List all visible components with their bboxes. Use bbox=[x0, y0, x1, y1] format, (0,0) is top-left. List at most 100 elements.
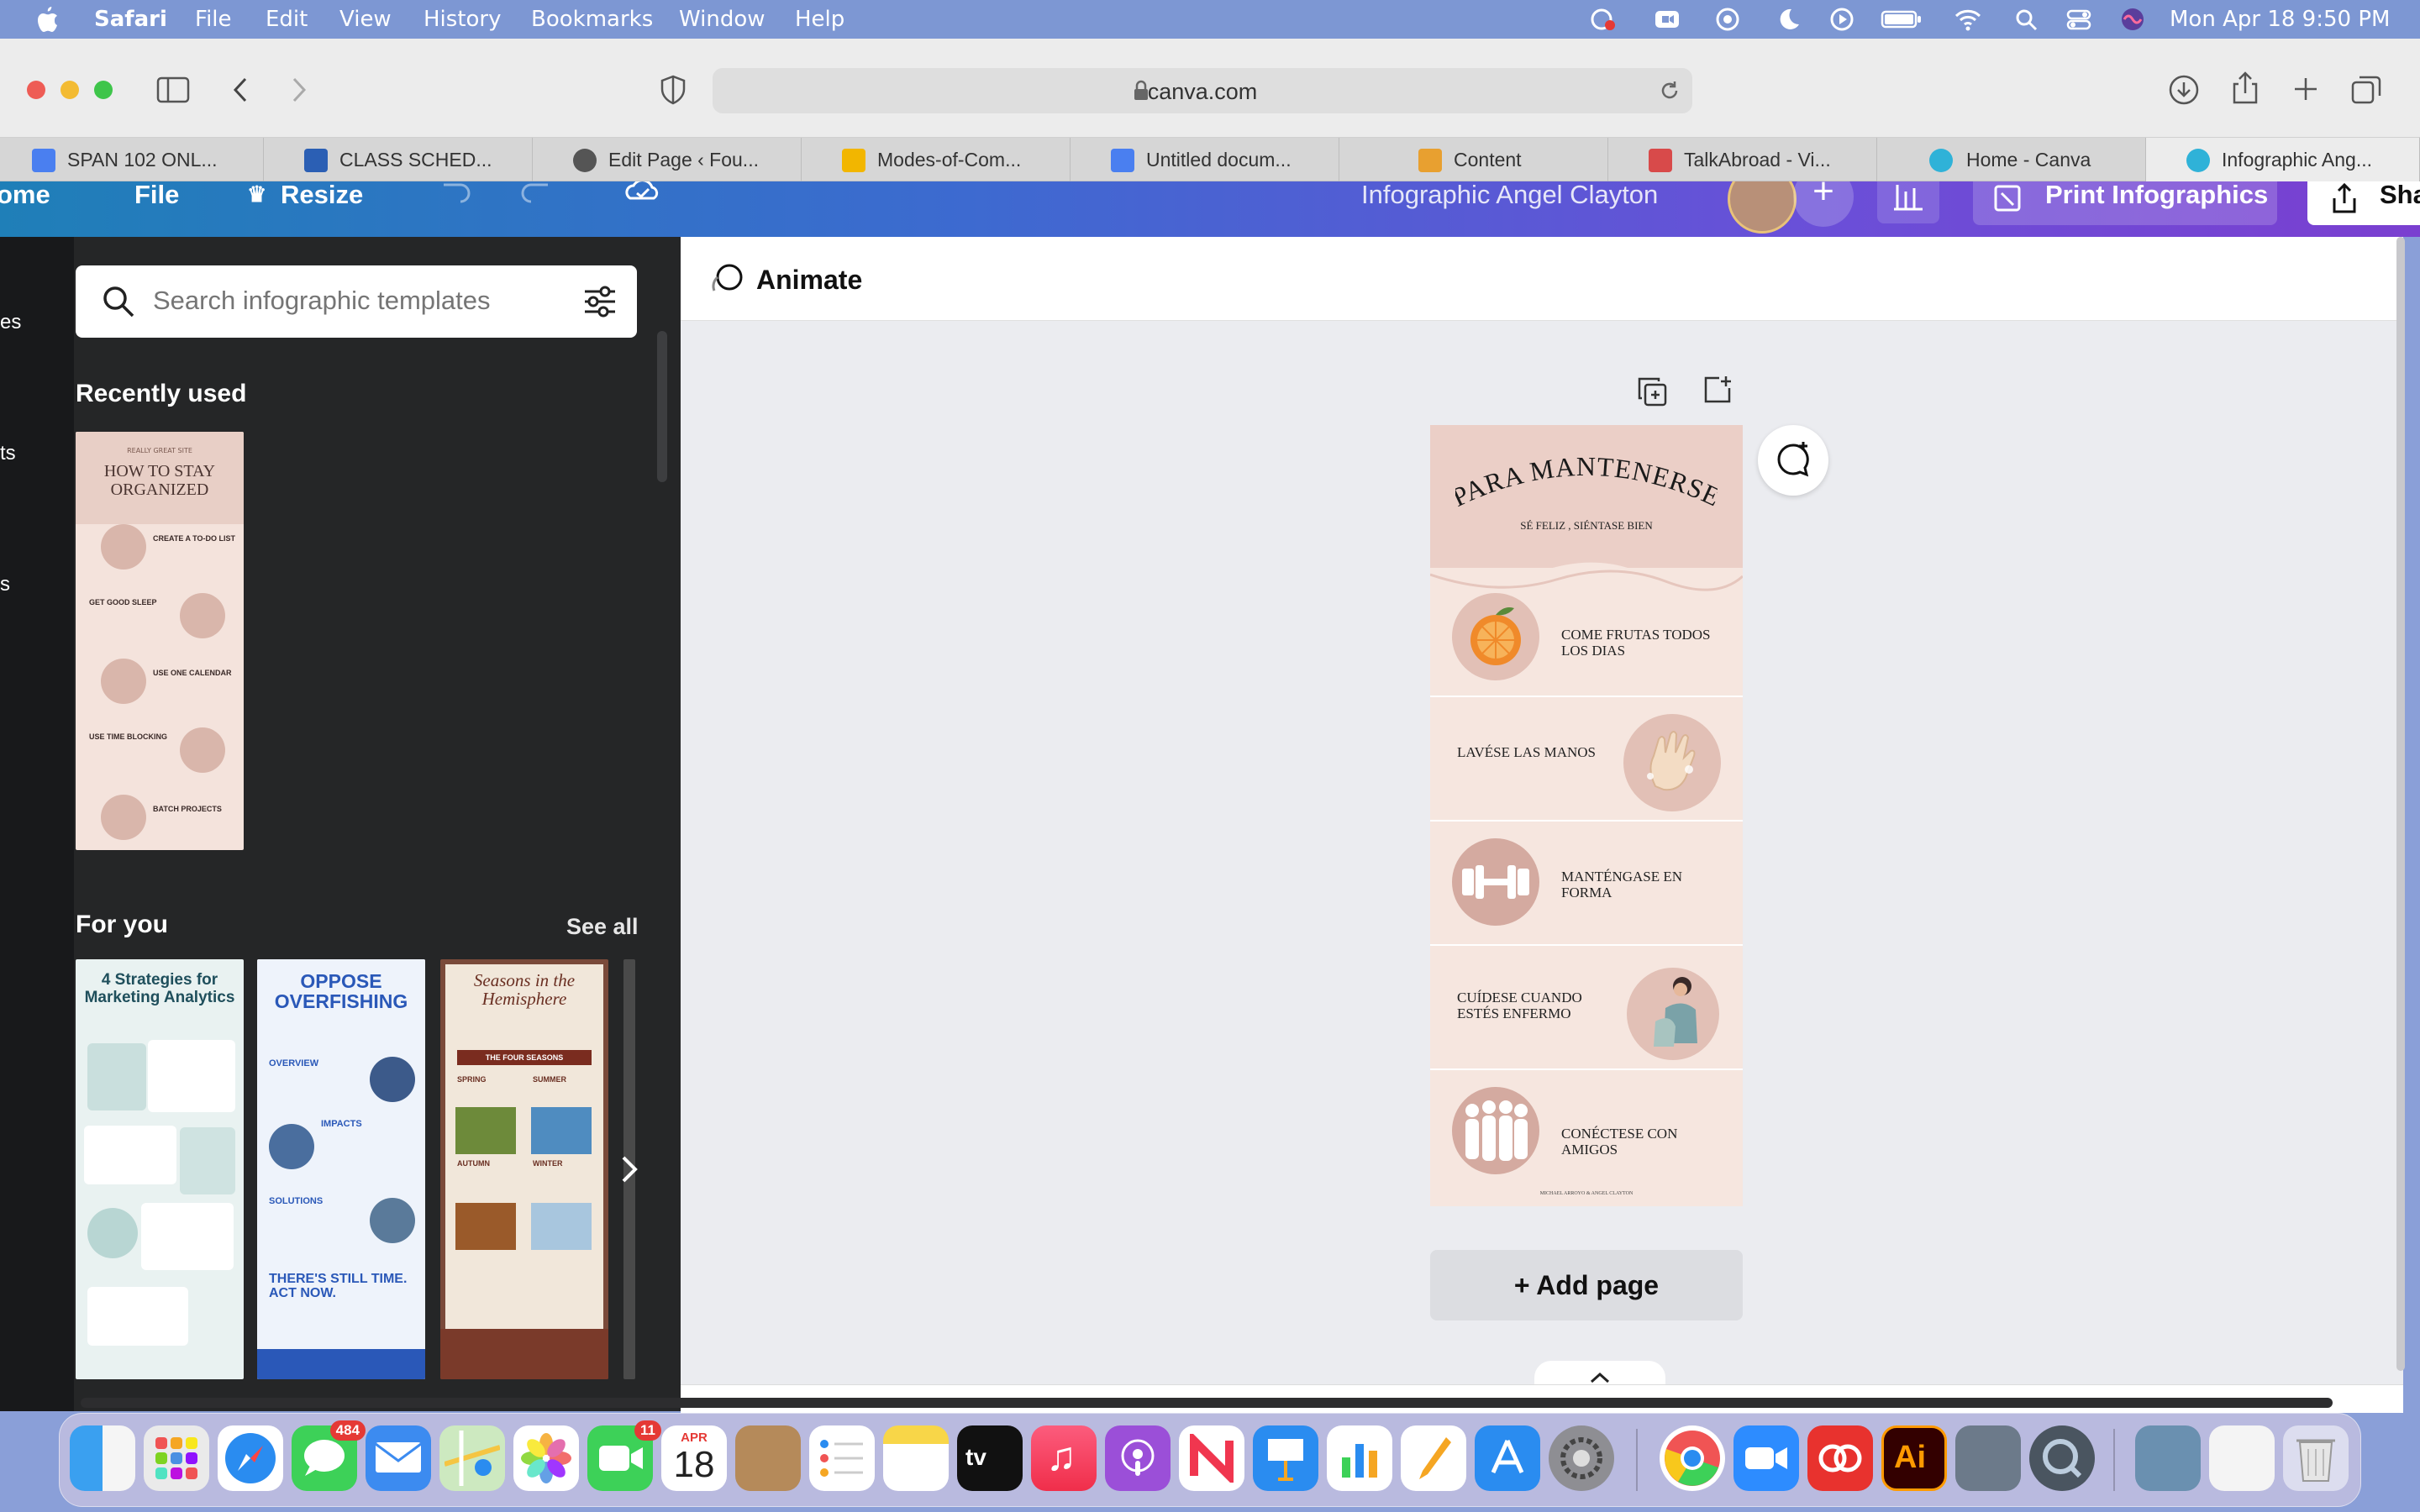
duplicate-page-icon[interactable] bbox=[1635, 375, 1669, 408]
add-collaborator-button[interactable]: + bbox=[1793, 181, 1854, 227]
creative-cloud-app-icon[interactable] bbox=[1807, 1425, 1873, 1491]
menu-view[interactable]: View bbox=[339, 7, 392, 32]
resize-button[interactable]: Resize bbox=[281, 181, 363, 210]
search-input[interactable] bbox=[153, 282, 556, 319]
carousel-next-icon[interactable] bbox=[618, 1152, 640, 1186]
keynote-icon[interactable] bbox=[1253, 1425, 1318, 1491]
spotlight-search-icon[interactable] bbox=[2013, 7, 2040, 32]
screen-record-icon[interactable] bbox=[1714, 7, 1741, 32]
side-nav-label-2[interactable]: ts bbox=[0, 442, 16, 465]
undo-icon[interactable] bbox=[434, 181, 476, 210]
avatar[interactable] bbox=[1728, 181, 1797, 234]
documents-stack-icon[interactable] bbox=[2209, 1425, 2275, 1491]
tab-edit-page[interactable]: Edit Page ‹ Fou... bbox=[533, 138, 802, 181]
canvas-scrollbar[interactable] bbox=[2396, 237, 2405, 1371]
facetime-icon[interactable]: 11 bbox=[587, 1420, 661, 1491]
file-menu-button[interactable]: File bbox=[134, 181, 179, 210]
app-store-icon[interactable] bbox=[1475, 1425, 1540, 1491]
menu-history[interactable]: History bbox=[424, 7, 502, 32]
add-page-icon[interactable] bbox=[1701, 373, 1734, 407]
quicktime-icon[interactable] bbox=[2029, 1425, 2095, 1491]
tab-modes-of-com[interactable]: Modes-of-Com... bbox=[802, 138, 1071, 181]
redo-icon[interactable] bbox=[516, 181, 558, 210]
apple-tv-icon[interactable]: tv bbox=[957, 1425, 1023, 1491]
reminders-icon[interactable] bbox=[809, 1425, 875, 1491]
menu-bookmarks[interactable]: Bookmarks bbox=[531, 7, 653, 32]
privacy-shield-icon[interactable] bbox=[659, 74, 687, 106]
zoom-window-button[interactable] bbox=[94, 81, 113, 99]
close-window-button[interactable] bbox=[27, 81, 45, 99]
add-page-button[interactable]: + Add page bbox=[1430, 1250, 1743, 1320]
menu-edit[interactable]: Edit bbox=[266, 7, 308, 32]
tip-row-fruits[interactable]: COME FRUTAS TODOS LOS DIAS bbox=[1430, 571, 1743, 696]
system-preferences-icon[interactable] bbox=[1549, 1425, 1614, 1491]
menu-help[interactable]: Help bbox=[795, 7, 844, 32]
template-search[interactable] bbox=[76, 265, 637, 338]
downloads-stack-icon[interactable] bbox=[2135, 1425, 2201, 1491]
animate-icon[interactable] bbox=[706, 262, 746, 299]
messages-icon[interactable]: 484 bbox=[292, 1420, 366, 1491]
back-icon[interactable] bbox=[230, 76, 250, 104]
contacts-icon[interactable] bbox=[735, 1425, 801, 1491]
template-marketing-analytics[interactable]: 4 Strategies for Marketing Analytics bbox=[76, 959, 244, 1379]
side-nav-label-3[interactable]: s bbox=[0, 573, 10, 596]
zoom-app-icon[interactable] bbox=[1733, 1425, 1799, 1491]
new-tab-icon[interactable] bbox=[2292, 76, 2319, 102]
tip-row-wash-hands[interactable]: LAVÉSE LAS MANOS bbox=[1430, 696, 1743, 820]
add-comment-button[interactable] bbox=[1758, 425, 1828, 496]
design-title[interactable]: Infographic Angel Clayton bbox=[1361, 181, 1658, 210]
pages-icon[interactable] bbox=[1401, 1425, 1466, 1491]
tip-row-sick-care[interactable]: CUÍDESE CUANDO ESTÉS ENFERMO bbox=[1430, 944, 1743, 1068]
share-button[interactable]: Sha bbox=[2307, 181, 2420, 225]
news-icon[interactable] bbox=[1179, 1425, 1244, 1491]
safari-icon[interactable] bbox=[218, 1425, 283, 1491]
numbers-icon[interactable] bbox=[1327, 1425, 1392, 1491]
reload-icon[interactable] bbox=[1659, 80, 1681, 102]
tab-infographic-active[interactable]: Infographic Ang... bbox=[2146, 138, 2420, 181]
launchpad-icon[interactable] bbox=[144, 1425, 209, 1491]
finder-icon[interactable] bbox=[70, 1425, 135, 1491]
tip-row-friends[interactable]: CONÉCTESE CON AMIGOS bbox=[1430, 1068, 1743, 1193]
home-button[interactable]: ome bbox=[0, 181, 50, 210]
menu-window[interactable]: Window bbox=[679, 7, 765, 32]
battery-icon[interactable] bbox=[1881, 7, 1923, 32]
menubar-clock[interactable]: Mon Apr 18 9:50 PM bbox=[2170, 7, 2390, 32]
panel-scrollbar[interactable] bbox=[657, 331, 667, 482]
insights-button[interactable] bbox=[1877, 181, 1939, 223]
cloud-saved-icon[interactable] bbox=[622, 181, 664, 212]
illustrator-icon[interactable]: Ai bbox=[1881, 1425, 1947, 1491]
animate-button[interactable]: Animate bbox=[756, 265, 862, 296]
control-center-icon[interactable] bbox=[2065, 7, 2092, 32]
mail-icon[interactable] bbox=[366, 1425, 431, 1491]
forward-icon[interactable] bbox=[289, 76, 309, 104]
minimize-window-button[interactable] bbox=[60, 81, 79, 99]
trash-icon[interactable] bbox=[2283, 1425, 2349, 1491]
chrome-icon[interactable] bbox=[1660, 1425, 1725, 1491]
menu-file[interactable]: File bbox=[195, 7, 232, 32]
address-bar[interactable]: canva.com bbox=[713, 68, 1692, 113]
now-playing-icon[interactable] bbox=[1828, 7, 1855, 32]
filter-icon[interactable] bbox=[581, 284, 618, 319]
creative-cloud-icon[interactable] bbox=[1590, 7, 1617, 32]
tab-talkabroad[interactable]: TalkAbroad - Vi... bbox=[1608, 138, 1877, 181]
sidebar-toggle-icon[interactable] bbox=[156, 76, 190, 104]
tab-content[interactable]: Content bbox=[1339, 138, 1608, 181]
wifi-icon[interactable] bbox=[1954, 7, 1981, 32]
photos-icon[interactable] bbox=[513, 1425, 579, 1491]
podcasts-icon[interactable] bbox=[1105, 1425, 1171, 1491]
template-seasons-hemisphere[interactable]: Seasons in the Hemisphere THE FOUR SEASO… bbox=[440, 959, 608, 1379]
music-icon[interactable]: ♫ bbox=[1031, 1425, 1097, 1491]
moon-icon[interactable] bbox=[1775, 7, 1802, 32]
horizontal-scrollbar[interactable] bbox=[81, 1398, 2333, 1408]
menu-app-safari[interactable]: Safari bbox=[94, 7, 167, 32]
tab-span-102[interactable]: SPAN 102 ONL... bbox=[0, 138, 264, 181]
apple-icon[interactable] bbox=[34, 5, 59, 34]
tab-untitled-document[interactable]: Untitled docum... bbox=[1071, 138, 1339, 181]
design-page[interactable]: PARA MANTENERSE SÉ FELIZ , SIÉNTASE BIEN… bbox=[1430, 425, 1743, 1206]
template-how-to-stay-organized[interactable]: REALLY GREAT SITE HOW TO STAY ORGANIZED … bbox=[76, 432, 244, 850]
zoom-status-icon[interactable] bbox=[1654, 7, 1681, 32]
share-icon[interactable] bbox=[2230, 71, 2260, 106]
see-all-link[interactable]: See all bbox=[566, 914, 639, 940]
side-nav-label-1[interactable]: es bbox=[0, 311, 21, 334]
print-infographics-button[interactable]: Print Infographics bbox=[1973, 181, 2277, 225]
